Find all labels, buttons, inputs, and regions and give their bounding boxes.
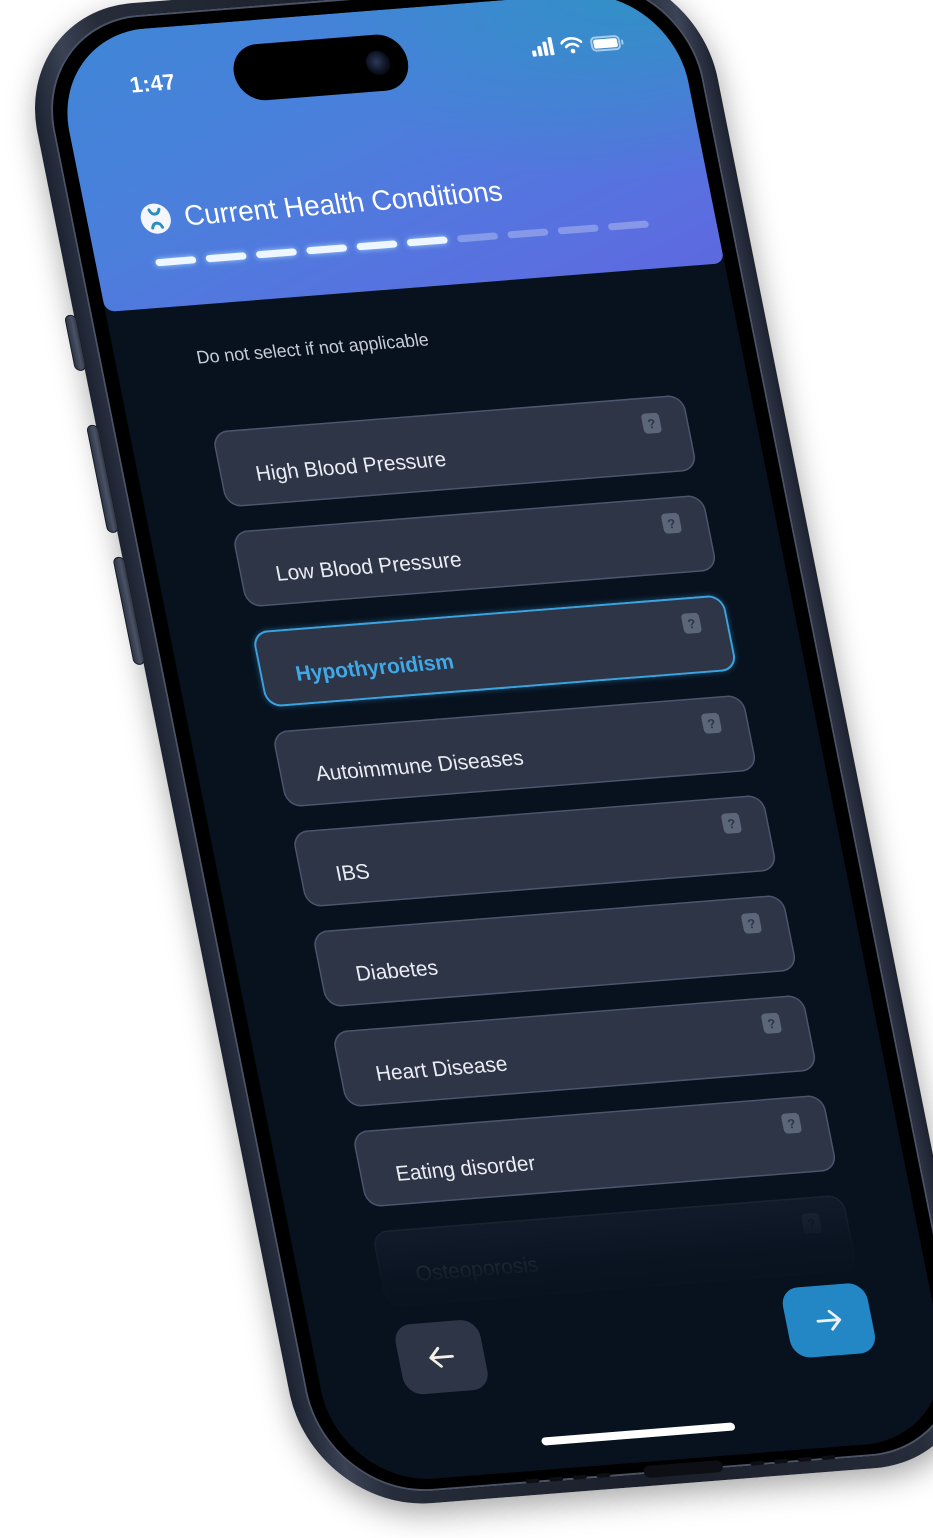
condition-option[interactable]: Heart Disease?	[331, 994, 818, 1108]
condition-label: Low Blood Pressure	[273, 548, 464, 586]
condition-option[interactable]: IBS?	[291, 794, 778, 908]
condition-option[interactable]: Diabetes?	[311, 894, 798, 1008]
help-icon[interactable]: ?	[740, 912, 763, 934]
arrow-left-icon	[429, 1346, 454, 1368]
status-time: 1:47	[127, 68, 178, 98]
help-icon[interactable]: ?	[700, 712, 723, 734]
help-icon[interactable]: ?	[720, 812, 743, 834]
condition-option[interactable]: Hypothyroidism?	[251, 594, 738, 708]
front-camera-icon	[363, 49, 393, 76]
help-icon[interactable]: ?	[760, 1012, 783, 1034]
help-icon[interactable]: ?	[660, 512, 683, 534]
help-icon[interactable]: ?	[780, 1112, 803, 1134]
battery-icon	[589, 34, 622, 53]
chromosome-icon	[138, 202, 174, 235]
condition-label: Diabetes	[353, 956, 441, 986]
arrow-right-icon	[816, 1309, 842, 1331]
condition-label: Eating disorder	[393, 1151, 538, 1186]
back-button[interactable]	[392, 1318, 491, 1396]
condition-label: Heart Disease	[373, 1052, 510, 1086]
condition-label: High Blood Pressure	[253, 447, 449, 486]
help-icon[interactable]: ?	[640, 412, 663, 434]
condition-label: Hypothyroidism	[293, 650, 456, 686]
next-button[interactable]	[779, 1282, 879, 1359]
home-indicator[interactable]	[540, 1422, 736, 1446]
instruction-text: Do not select if not applicable	[194, 329, 431, 368]
cellular-signal-icon	[529, 37, 555, 57]
condition-option[interactable]: High Blood Pressure?	[211, 394, 698, 508]
condition-label: Autoimmune Diseases	[313, 746, 526, 786]
wifi-icon	[560, 37, 583, 54]
help-icon[interactable]: ?	[680, 612, 703, 634]
condition-option[interactable]: Low Blood Pressure?	[231, 494, 718, 608]
condition-label: IBS	[333, 860, 372, 886]
condition-option[interactable]: Autoimmune Diseases?	[271, 694, 758, 808]
